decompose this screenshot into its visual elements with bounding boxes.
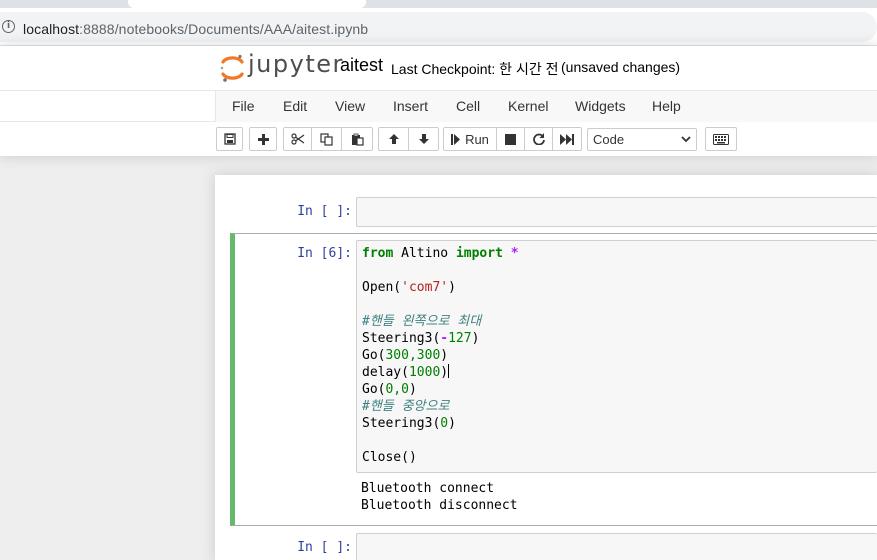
active-tab[interactable]	[128, 0, 366, 8]
code-text[interactable]: from Altino import * Open('com7') #핸들 왼쪽…	[362, 245, 519, 466]
arrow-up-icon	[388, 134, 399, 144]
code-token: 300,300	[385, 348, 441, 363]
step-forward-icon	[451, 133, 461, 145]
code-cell-1[interactable]: In [ ]:	[230, 196, 877, 229]
output-line: Bluetooth connect	[361, 481, 495, 496]
cell-type-value: Code	[593, 132, 625, 147]
move-up-button[interactable]	[378, 127, 409, 151]
text-cursor	[448, 364, 450, 378]
code-token: Close()	[362, 450, 417, 465]
cut-button[interactable]	[283, 127, 312, 151]
notebook-container: In [ ]: In [6]: from Altino import * Ope…	[215, 175, 877, 560]
run-button[interactable]: Run	[443, 127, 497, 151]
code-token: -	[440, 331, 449, 346]
code-token: Open(	[362, 280, 402, 295]
restart-icon	[532, 133, 545, 145]
jupyter-logo-text[interactable]: jupyter	[248, 50, 344, 78]
url-path: :8888/notebooks/Documents/AAA/aitest.ipy…	[79, 21, 369, 37]
move-down-button[interactable]	[408, 127, 439, 151]
stop-icon	[505, 133, 516, 145]
code-token: Altino	[393, 246, 456, 261]
arrow-down-icon	[418, 134, 429, 144]
fast-forward-icon	[560, 133, 574, 145]
code-token: 0	[440, 416, 449, 431]
menu-help[interactable]: Help	[652, 98, 681, 114]
keyboard-icon	[713, 133, 729, 145]
info-icon[interactable]: i	[2, 20, 15, 33]
restart-kernel-button[interactable]	[524, 127, 553, 151]
copy-button[interactable]	[311, 127, 342, 151]
command-palette-button[interactable]	[705, 127, 737, 151]
restart-run-all-button[interactable]	[552, 127, 582, 151]
paste-button[interactable]	[341, 127, 373, 151]
code-token: Steering3(	[362, 416, 441, 431]
menu-kernel[interactable]: Kernel	[508, 98, 548, 114]
code-token: from	[362, 246, 394, 261]
checkpoint-status: Last Checkpoint: 한 시간 전	[391, 61, 559, 77]
code-editor[interactable]: from Altino import * Open('com7') #핸들 왼쪽…	[356, 240, 877, 473]
url-host: localhost	[23, 21, 80, 37]
menu-widgets[interactable]: Widgets	[575, 98, 626, 114]
insert-cell-button[interactable]	[249, 127, 277, 151]
input-prompt: In [ ]:	[297, 540, 352, 555]
save-button[interactable]	[216, 127, 243, 151]
paste-icon	[351, 133, 364, 146]
input-prompt: In [ ]:	[297, 204, 352, 219]
menu-view[interactable]: View	[335, 98, 365, 114]
cut-icon	[290, 133, 304, 145]
chevron-down-icon	[681, 136, 691, 143]
menu-edit[interactable]: Edit	[283, 98, 307, 114]
copy-icon	[320, 132, 333, 146]
input-prompt: In [6]:	[297, 246, 352, 261]
code-editor[interactable]	[356, 197, 877, 227]
code-comment: #핸들 중앙으로	[362, 399, 450, 414]
code-token: )	[408, 382, 417, 397]
code-cell-3[interactable]: In [ ]:	[230, 531, 877, 560]
menu-bar: File Edit View Insert Cell Kernel Widget…	[0, 90, 877, 122]
code-token: )	[448, 280, 456, 295]
code-token: )	[471, 331, 480, 346]
menu-cell[interactable]: Cell	[456, 98, 480, 114]
code-token: )	[448, 416, 456, 431]
notebook-name[interactable]: aitest	[340, 55, 383, 76]
browser-tabstrip	[0, 0, 877, 8]
plus-icon	[257, 133, 269, 145]
cell-output: Bluetooth connect Bluetooth disconnect	[361, 480, 518, 514]
code-token: 'com7'	[401, 280, 449, 295]
interrupt-button[interactable]	[496, 127, 525, 151]
code-token: Go(	[362, 382, 386, 397]
jupyter-header: jupyter aitest Last Checkpoint: 한 시간 전 (…	[0, 46, 877, 156]
run-button-label: Run	[465, 131, 489, 147]
code-token: Go(	[362, 348, 386, 363]
code-token: 0,0	[385, 382, 409, 397]
code-cell-2-selected[interactable]: In [6]: from Altino import * Open('com7'…	[230, 233, 877, 526]
code-token: import	[455, 246, 503, 261]
address-bar: i localhost:8888/notebooks/Documents/AAA…	[0, 8, 877, 46]
output-line: Bluetooth disconnect	[361, 498, 518, 513]
autosave-status: (unsaved changes)	[561, 59, 681, 75]
code-editor[interactable]	[356, 533, 877, 560]
cell-type-select[interactable]: Code	[587, 128, 697, 151]
save-icon	[223, 133, 236, 145]
code-token: )	[440, 365, 449, 380]
code-comment: #핸들 왼쪽으로 최대	[362, 314, 482, 329]
url-text[interactable]: localhost:8888/notebooks/Documents/AAA/a…	[23, 21, 368, 37]
notebook-toolbar: Run Code	[0, 122, 877, 156]
code-token: *	[502, 246, 519, 261]
menu-file[interactable]: File	[232, 98, 255, 114]
code-token: 1000	[408, 365, 441, 380]
code-token: delay(	[362, 365, 409, 380]
url-field[interactable]: i localhost:8888/notebooks/Documents/AAA…	[0, 12, 877, 42]
code-token: Steering3(	[362, 331, 441, 346]
menu-insert[interactable]: Insert	[393, 98, 428, 114]
code-token: 127	[448, 331, 472, 346]
code-token: )	[440, 348, 449, 363]
